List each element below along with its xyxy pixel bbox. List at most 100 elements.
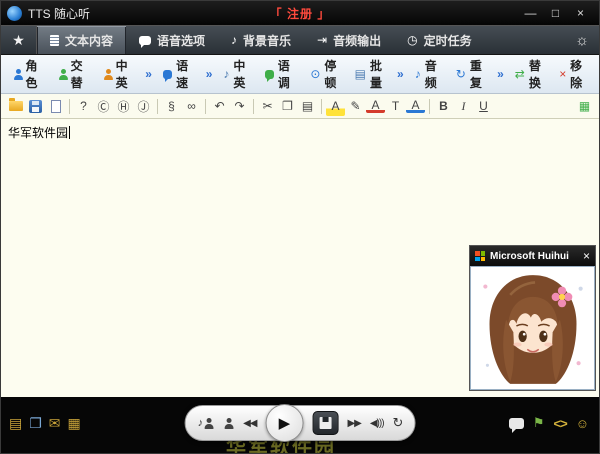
open-file-button[interactable]	[6, 97, 25, 116]
tab-voice-options[interactable]: 语音选项	[126, 26, 218, 54]
register-link[interactable]: 「 注册 」	[270, 5, 331, 22]
copy-button[interactable]: ❐	[278, 97, 297, 116]
favorite-star-icon[interactable]: ★	[1, 26, 37, 54]
save-audio-button[interactable]	[312, 411, 338, 435]
bottom-left-icons: ▤ ❐ ✉ ▦	[9, 415, 81, 432]
new-page-button[interactable]	[46, 97, 65, 116]
persons-icon	[58, 69, 67, 80]
volume-icon[interactable]: ◀)))	[370, 418, 384, 429]
font-fill-button[interactable]: A	[406, 99, 425, 113]
voice-avatar-panel: Microsoft Huihui ×	[469, 245, 596, 391]
bottom-right-icons: ⚑ <> ☺	[509, 415, 589, 431]
speed-button[interactable]: 语速	[157, 55, 201, 93]
editor-text: 华军软件园	[8, 126, 68, 140]
replace-button[interactable]: ⇄ 替换	[509, 55, 551, 93]
avatar-close-button[interactable]: ×	[583, 249, 590, 263]
flag-icon[interactable]: ⚑	[533, 415, 545, 431]
repeat-button[interactable]: ↻ 重复	[450, 55, 492, 93]
notebook-icon[interactable]: ▦	[68, 415, 81, 432]
tone-label: 语调	[278, 57, 297, 91]
italic-button[interactable]: I	[454, 97, 473, 116]
replay-button[interactable]: ↻	[393, 415, 403, 431]
document-icon[interactable]: ▤	[9, 415, 22, 432]
circled-j-icon[interactable]: Ⓙ	[134, 97, 153, 116]
copy-pages-icon[interactable]: ❐	[29, 415, 42, 432]
alternate-button[interactable]: 交替	[52, 55, 95, 93]
code-icon[interactable]: <>	[554, 416, 567, 431]
font-color-button[interactable]: A	[366, 99, 385, 113]
mail-icon[interactable]: ✉	[49, 415, 61, 432]
link-icon[interactable]: ∞	[182, 97, 201, 116]
settings-gear-icon[interactable]: ☼	[565, 26, 599, 54]
cut-button[interactable]: ✂	[258, 97, 277, 116]
paperclip-icon[interactable]: §	[162, 97, 181, 116]
circled-h-icon[interactable]: Ⓗ	[114, 97, 133, 116]
window-title: TTS 随心听	[28, 5, 90, 22]
cn-en-role-button[interactable]: 中英	[97, 55, 140, 93]
speech-bubble-icon	[163, 70, 172, 79]
avatar-panel-header[interactable]: Microsoft Huihui ×	[470, 246, 595, 266]
paste-button[interactable]: ▤	[298, 97, 317, 116]
save-disk-icon	[319, 417, 331, 429]
window-controls: — □ ×	[518, 5, 593, 22]
circled-c-icon[interactable]: Ⓒ	[94, 97, 113, 116]
highlight-button[interactable]: A	[326, 97, 345, 116]
avatar-panel-body	[470, 266, 595, 390]
tone-button[interactable]: 语调	[259, 55, 303, 93]
tab-background-music[interactable]: ♪ 背景音乐	[218, 26, 304, 54]
separator-chevron: »	[203, 67, 216, 81]
voice-role-button[interactable]: ♪	[198, 417, 215, 429]
music-note-icon: ♪	[231, 34, 237, 46]
redo-button[interactable]: ↷	[230, 97, 249, 116]
text-style-button[interactable]: T	[386, 97, 405, 116]
role-button[interactable]: 角色	[7, 55, 50, 93]
underline-button[interactable]: U	[474, 97, 493, 116]
minimize-button[interactable]: —	[518, 5, 543, 22]
help-button[interactable]: ?	[74, 97, 93, 116]
audio-button[interactable]: ♪ 音频	[409, 55, 448, 93]
forward-button[interactable]: ▶▶	[347, 418, 360, 429]
pause-button[interactable]: ⊙ 停顿	[304, 55, 346, 93]
divider	[157, 99, 158, 114]
tab-scheduled-tasks[interactable]: ◷ 定时任务	[394, 26, 485, 54]
play-button[interactable]: ▶	[265, 404, 303, 442]
avatar-image	[474, 270, 592, 386]
remove-button[interactable]: × 移除	[553, 55, 593, 93]
chat-bubble-icon[interactable]	[509, 418, 524, 429]
batch-button[interactable]: ▤ 批量	[349, 55, 392, 93]
maximize-button[interactable]: □	[543, 5, 568, 22]
tab-text-content[interactable]: 文本内容	[37, 26, 126, 54]
smiley-icon[interactable]: ☺	[576, 416, 589, 431]
pause-circle-icon: ⊙	[310, 68, 320, 80]
page-icon	[51, 100, 61, 113]
tab-audio-output[interactable]: ⇥ 音频输出	[304, 26, 394, 54]
music-note-icon: ♪	[415, 68, 421, 80]
separator-chevron: »	[394, 67, 407, 81]
pen-icon[interactable]: ✎	[346, 97, 365, 116]
cn-en-voice-label: 中英	[233, 57, 250, 91]
replace-label: 替换	[529, 57, 545, 91]
bold-button[interactable]: B	[434, 97, 453, 116]
format-toolbar: ? Ⓒ Ⓗ Ⓙ § ∞ ↶ ↷ ✂ ❐ ▤ A ✎ A T A B I U ▦	[1, 94, 599, 119]
speaker-person-button[interactable]	[223, 418, 234, 429]
save-file-button[interactable]	[26, 97, 45, 116]
speech-bubble-icon	[139, 36, 151, 45]
divider	[429, 99, 430, 114]
music-note-icon: ♪	[198, 417, 203, 429]
tab-label: 定时任务	[424, 32, 472, 49]
cn-en-voice-button[interactable]: ♪ 中英	[217, 55, 256, 93]
tab-label: 文本内容	[65, 32, 113, 49]
titlebar: TTS 随心听 「 注册 」 — □ ×	[1, 1, 599, 25]
avatar-panel-title: Microsoft Huihui	[490, 251, 578, 262]
bottom-bar: 华军软件园 ▤ ❐ ✉ ▦ ♪ ◀◀ ▶ ▶▶ ◀))) ↻	[1, 397, 599, 453]
folder-icon	[9, 101, 23, 111]
close-button[interactable]: ×	[568, 5, 593, 22]
rewind-button[interactable]: ◀◀	[243, 418, 256, 429]
person-icon	[203, 418, 214, 429]
main-toolbar: 角色 交替 中英 » 语速 » ♪ 中英 语调 ⊙ 停顿 ▤ 批量	[1, 55, 599, 94]
repeat-icon: ↻	[456, 68, 466, 80]
undo-button[interactable]: ↶	[210, 97, 229, 116]
alternate-label: 交替	[71, 57, 90, 91]
batch-list-icon: ▤	[355, 68, 366, 80]
grid-view-button[interactable]: ▦	[575, 97, 594, 116]
